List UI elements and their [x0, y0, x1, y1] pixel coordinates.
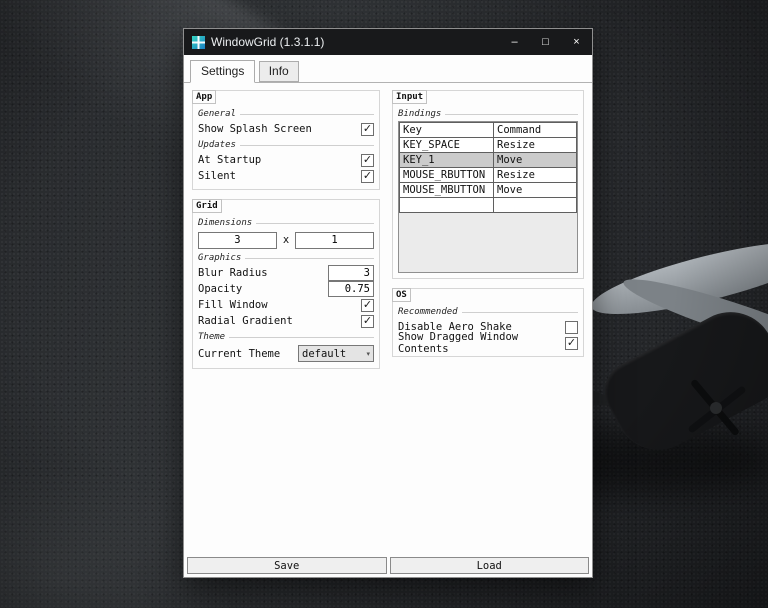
- binding-row[interactable]: KEY_SPACE Resize: [400, 138, 577, 153]
- right-column: Input Bindings Key Command: [392, 90, 584, 369]
- binding-command-cell[interactable]: Move: [494, 153, 577, 168]
- fill-window-row: Fill Window: [198, 297, 374, 313]
- current-theme-row: Current Theme default ▾: [198, 344, 374, 363]
- show-splash-screen-checkbox[interactable]: [361, 123, 374, 136]
- close-button[interactable]: ×: [561, 29, 592, 55]
- silent-label: Silent: [198, 170, 236, 182]
- radial-gradient-label: Radial Gradient: [198, 315, 293, 327]
- settings-content: App General Show Splash Screen Updates A…: [184, 83, 592, 376]
- app-group: App General Show Splash Screen Updates A…: [192, 90, 380, 190]
- window-controls: – □ ×: [499, 29, 592, 55]
- input-group-title: Input: [392, 90, 427, 104]
- bindings-col-command[interactable]: Command: [494, 123, 577, 138]
- grid-group: Grid Dimensions x Graphics Blur Radius O…: [192, 199, 380, 369]
- disable-aero-shake-checkbox[interactable]: [565, 321, 578, 334]
- bindings-col-key[interactable]: Key: [400, 123, 494, 138]
- binding-command-cell[interactable]: Move: [494, 183, 577, 198]
- binding-row[interactable]: MOUSE_RBUTTON Resize: [400, 168, 577, 183]
- binding-key-cell[interactable]: KEY_SPACE: [400, 138, 494, 153]
- dimensions-row: x: [198, 230, 374, 250]
- theme-selected-value: default: [302, 348, 346, 360]
- at-startup-row: At Startup: [198, 152, 374, 168]
- binding-row[interactable]: MOUSE_MBUTTON Move: [400, 183, 577, 198]
- show-dragged-window-contents-row: Show Dragged Window Contents: [398, 335, 578, 351]
- grid-rows-input[interactable]: [295, 232, 374, 249]
- opacity-input[interactable]: [328, 281, 374, 297]
- left-column: App General Show Splash Screen Updates A…: [192, 90, 380, 369]
- updates-subheading: Updates: [198, 140, 374, 150]
- fill-window-checkbox[interactable]: [361, 299, 374, 312]
- recommended-subheading: Recommended: [398, 307, 578, 317]
- at-startup-checkbox[interactable]: [361, 154, 374, 167]
- window-body: Settings Info App General Show Splash Sc…: [184, 55, 592, 577]
- os-group: OS Recommended Disable Aero Shake Show D…: [392, 288, 584, 357]
- blur-radius-label: Blur Radius: [198, 267, 268, 279]
- show-splash-screen-label: Show Splash Screen: [198, 123, 312, 135]
- grid-group-title: Grid: [192, 199, 222, 213]
- chevron-down-icon: ▾: [366, 350, 370, 358]
- binding-key-cell[interactable]: MOUSE_RBUTTON: [400, 168, 494, 183]
- tab-settings[interactable]: Settings: [190, 60, 255, 83]
- show-dragged-window-contents-checkbox[interactable]: [565, 337, 578, 350]
- theme-select[interactable]: default ▾: [298, 345, 374, 362]
- at-startup-label: At Startup: [198, 154, 261, 166]
- radial-gradient-checkbox[interactable]: [361, 315, 374, 328]
- blur-radius-input[interactable]: [328, 265, 374, 281]
- app-icon: [192, 36, 205, 49]
- save-button[interactable]: Save: [187, 557, 387, 574]
- app-group-title: App: [192, 90, 216, 104]
- fill-window-label: Fill Window: [198, 299, 268, 311]
- titlebar[interactable]: WindowGrid (1.3.1.1) – □ ×: [184, 29, 592, 55]
- binding-key-cell[interactable]: MOUSE_MBUTTON: [400, 183, 494, 198]
- opacity-label: Opacity: [198, 283, 242, 295]
- dimensions-subheading: Dimensions: [198, 218, 374, 228]
- binding-command-cell[interactable]: Resize: [494, 168, 577, 183]
- bindings-list[interactable]: Key Command KEY_SPACE Resize K: [398, 121, 578, 273]
- minimize-button[interactable]: –: [499, 29, 530, 55]
- maximize-button[interactable]: □: [530, 29, 561, 55]
- bindings-table: Key Command KEY_SPACE Resize K: [399, 122, 577, 213]
- tab-info[interactable]: Info: [259, 61, 299, 82]
- radial-gradient-row: Radial Gradient: [198, 313, 374, 329]
- general-subheading: General: [198, 109, 374, 119]
- footer-buttons: Save Load: [187, 557, 589, 574]
- binding-row[interactable]: KEY_1 Move: [400, 153, 577, 168]
- dimensions-separator: x: [283, 234, 289, 246]
- blur-radius-row: Blur Radius: [198, 265, 374, 281]
- binding-key-cell[interactable]: [400, 198, 494, 213]
- os-group-title: OS: [392, 288, 411, 302]
- tab-strip: Settings Info: [184, 55, 592, 83]
- window-title: WindowGrid (1.3.1.1): [211, 35, 499, 49]
- show-splash-screen-row: Show Splash Screen: [198, 121, 374, 137]
- binding-row-empty[interactable]: [400, 198, 577, 213]
- silent-row: Silent: [198, 168, 374, 184]
- silent-checkbox[interactable]: [361, 170, 374, 183]
- graphics-subheading: Graphics: [198, 253, 374, 263]
- binding-command-cell[interactable]: [494, 198, 577, 213]
- current-theme-label: Current Theme: [198, 348, 280, 360]
- opacity-row: Opacity: [198, 281, 374, 297]
- show-dragged-window-contents-label: Show Dragged Window Contents: [398, 331, 565, 355]
- binding-command-cell[interactable]: Resize: [494, 138, 577, 153]
- input-group: Input Bindings Key Command: [392, 90, 584, 279]
- bindings-subheading: Bindings: [398, 109, 578, 119]
- windowgrid-window: WindowGrid (1.3.1.1) – □ × Settings Info…: [183, 28, 593, 578]
- bindings-header-row: Key Command: [400, 123, 577, 138]
- theme-subheading: Theme: [198, 332, 374, 342]
- load-button[interactable]: Load: [390, 557, 590, 574]
- grid-columns-input[interactable]: [198, 232, 277, 249]
- binding-key-cell[interactable]: KEY_1: [400, 153, 494, 168]
